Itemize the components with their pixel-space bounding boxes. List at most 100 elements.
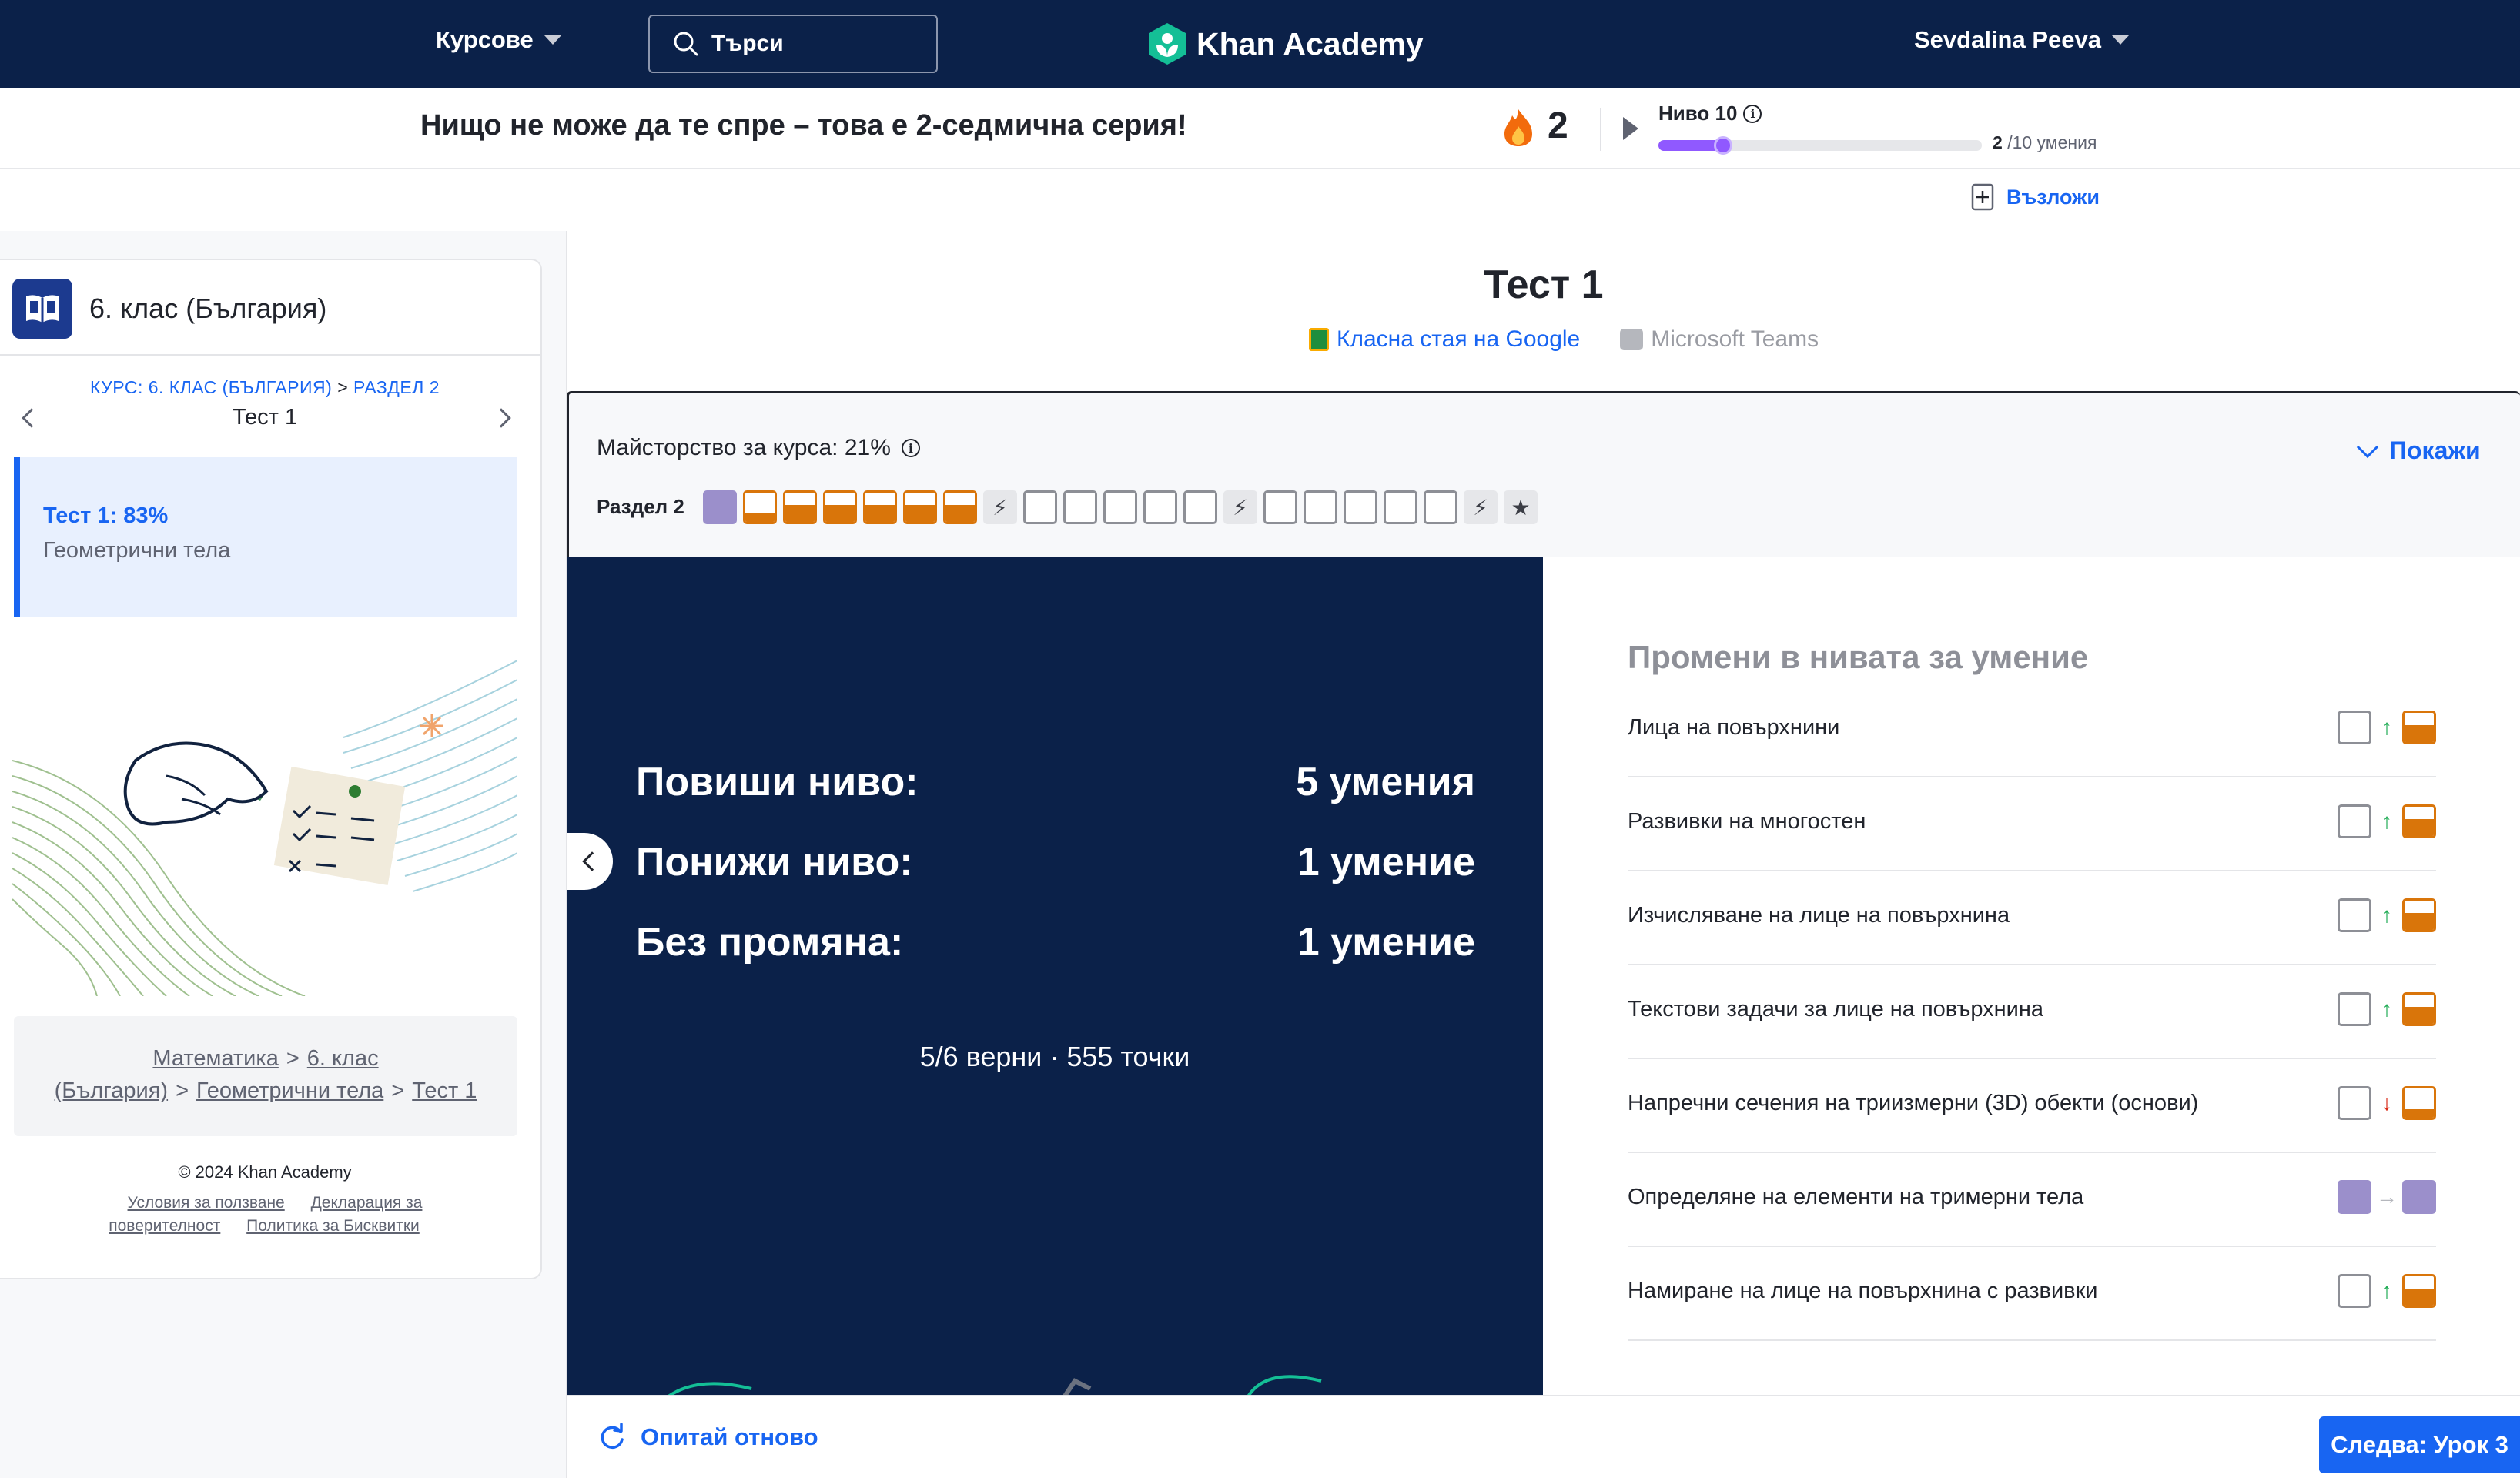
- active-item-title: Тест 1: 83%: [43, 503, 169, 528]
- course-title: 6. клас (България): [89, 293, 327, 324]
- skill-mastery-box[interactable]: [1063, 490, 1097, 524]
- skill-change-row: Определяне на елементи на тримерни тела →: [1628, 1149, 2436, 1247]
- leveled-down-label: Понижи ниво:: [636, 840, 913, 884]
- google-classroom-link[interactable]: Класна стая на Google: [1309, 326, 1580, 353]
- skill-mastery-box[interactable]: [1183, 490, 1217, 524]
- skill-mastery-box[interactable]: [1103, 490, 1137, 524]
- google-classroom-label: Класна стая на Google: [1337, 326, 1581, 352]
- user-name: Sevdalina Peeva: [1914, 26, 2101, 53]
- streak-bar: Нищо не може да те спре – това е 2-седми…: [0, 88, 2520, 169]
- skill-change-row: Развивки на многостен ↑: [1628, 773, 2436, 871]
- skill-mastery-box[interactable]: [743, 490, 777, 524]
- quiz-bolt-icon[interactable]: ⚡: [1223, 490, 1257, 524]
- skill-mastery-box[interactable]: [903, 490, 937, 524]
- crumb-unit-link[interactable]: РАЗДЕЛ 2: [353, 377, 440, 397]
- arrow-up-icon: ↑: [2381, 1279, 2392, 1302]
- skill-mastery-box[interactable]: [703, 490, 737, 524]
- next-lesson-button[interactable]: Следва: Урок 3: [2319, 1416, 2520, 1473]
- skill-mastery-box[interactable]: [1344, 490, 1377, 524]
- skill-mastery-box[interactable]: [1023, 490, 1057, 524]
- skill-mastery-box[interactable]: [1143, 490, 1177, 524]
- skill-level-after-box: [2402, 1086, 2436, 1120]
- quiz-bolt-icon[interactable]: ⚡: [983, 490, 1017, 524]
- skill-mastery-box[interactable]: [1384, 490, 1417, 524]
- skill-name: Намиране на лице на повърхнина с развивк…: [1628, 1278, 2098, 1303]
- skill-level-after-box: [2402, 711, 2436, 744]
- skill-level-before-box: [2338, 898, 2371, 932]
- no-change-label: Без промяна:: [636, 920, 904, 965]
- search-icon: [674, 32, 698, 56]
- score-summary: 5/6 верни · 555 точки: [919, 1041, 1190, 1072]
- course-mastery: Майсторство за курса: 21% i: [597, 435, 920, 461]
- skill-mastery-box[interactable]: [943, 490, 977, 524]
- breadcrumb-link[interactable]: Геометрични тела: [196, 1078, 383, 1103]
- footer-links: Условия за ползване Декларация за повери…: [85, 1192, 454, 1238]
- skill-mastery-box[interactable]: [1263, 490, 1297, 524]
- skill-change-row: Изчисляване на лице на повърхнина ↑: [1628, 867, 2436, 965]
- crumb-course-link[interactable]: КУРС: 6. КЛАС (БЪЛГАРИЯ): [90, 377, 332, 397]
- unit-test-star-icon[interactable]: ★: [1504, 490, 1538, 524]
- breadcrumb: Математика >6. клас (България) > Геометричн…: [14, 1016, 517, 1136]
- course-mastery-label: Майсторство за курса: 21%: [597, 435, 891, 460]
- terms-link[interactable]: Условия за ползване: [128, 1194, 285, 1212]
- skill-level-before-box: [2338, 1274, 2371, 1308]
- skills-total: /10 умения: [2007, 132, 2097, 152]
- sidebar-item-test-1[interactable]: Тест 1: 83% Геометрични тела: [14, 457, 517, 617]
- book-icon: [12, 279, 72, 339]
- info-icon[interactable]: i: [1743, 104, 1762, 123]
- unit-label: Раздел 2: [597, 495, 684, 518]
- try-again-button[interactable]: Опитай отново: [597, 1423, 818, 1452]
- share-row: Класна стая на Google Microsoft Teams: [1309, 326, 1819, 353]
- sidebar: 6. клас (България) КУРС: 6. КЛАС (БЪЛГАР…: [0, 259, 542, 1279]
- skill-mastery-box[interactable]: [783, 490, 817, 524]
- quiz-bolt-icon[interactable]: ⚡: [1464, 490, 1498, 524]
- show-button[interactable]: Покажи: [2356, 436, 2481, 465]
- course-header[interactable]: 6. клас (България): [12, 279, 326, 339]
- khan-leaf-icon: [1149, 23, 1186, 65]
- info-icon[interactable]: i: [901, 439, 920, 457]
- skill-name: Текстови задачи за лице на повърхнина: [1628, 996, 2044, 1022]
- flame-icon: [1504, 109, 1532, 146]
- skill-mastery-box[interactable]: [1424, 490, 1457, 524]
- skill-level-before-box: [2338, 711, 2371, 744]
- skill-level-before-box: [2338, 1180, 2371, 1214]
- top-nav: Курсове Khan Academy Sevdalina Peeva: [0, 0, 2520, 88]
- user-menu[interactable]: Sevdalina Peeva: [1914, 26, 2129, 54]
- skill-mastery-box[interactable]: [863, 490, 897, 524]
- courses-label: Курсове: [436, 26, 534, 53]
- skill-level-after-box: [2402, 992, 2436, 1026]
- skill-level-after-box: [2402, 804, 2436, 838]
- search-box[interactable]: [648, 15, 938, 73]
- breadcrumb-separator: >: [286, 1046, 300, 1071]
- skill-level-after-box: [2402, 898, 2436, 932]
- skill-change-row: Лица на повърхнини ↑: [1628, 679, 2436, 777]
- leveled-up-value: 5 умения: [1296, 760, 1475, 804]
- copyright: © 2024 Khan Academy: [178, 1162, 352, 1182]
- refresh-icon: [601, 1423, 624, 1450]
- khan-academy-logo[interactable]: Khan Academy: [1147, 22, 1424, 66]
- arrow-up-icon: ↑: [2381, 715, 2392, 739]
- assign-icon: [1971, 183, 1994, 211]
- breadcrumb-link[interactable]: Математика: [152, 1046, 278, 1071]
- cookie-policy-link[interactable]: Политика за Бисквитки: [246, 1217, 420, 1235]
- chevron-down-icon: [2356, 436, 2379, 458]
- skill-mastery-box[interactable]: [823, 490, 857, 524]
- level-text: Ниво 10: [1658, 102, 1738, 125]
- microsoft-teams-link[interactable]: Microsoft Teams: [1620, 326, 1819, 353]
- skill-mastery-box[interactable]: [1304, 490, 1337, 524]
- play-icon[interactable]: [1623, 117, 1638, 140]
- divider: [0, 354, 540, 356]
- breadcrumb-separator: >: [391, 1078, 405, 1103]
- assign-button[interactable]: Възложи: [1971, 183, 2100, 211]
- skill-level-after-box: [2402, 1274, 2436, 1308]
- arrow-up-icon: ↑: [2381, 809, 2392, 833]
- google-classroom-icon: [1309, 328, 1329, 351]
- skill-change-row: Намиране на лице на повърхнина с развивк…: [1628, 1242, 2436, 1341]
- leveled-up-label: Повиши ниво:: [636, 760, 919, 804]
- search-input[interactable]: [711, 31, 927, 57]
- microsoft-teams-icon: [1620, 329, 1644, 350]
- arrow-same-icon: →: [2376, 1185, 2398, 1209]
- courses-menu[interactable]: Курсове: [436, 26, 561, 54]
- skill-change-row: Напречни сечения на триизмерни (3D) обек…: [1628, 1055, 2436, 1153]
- breadcrumb-link[interactable]: Тест 1: [412, 1078, 477, 1103]
